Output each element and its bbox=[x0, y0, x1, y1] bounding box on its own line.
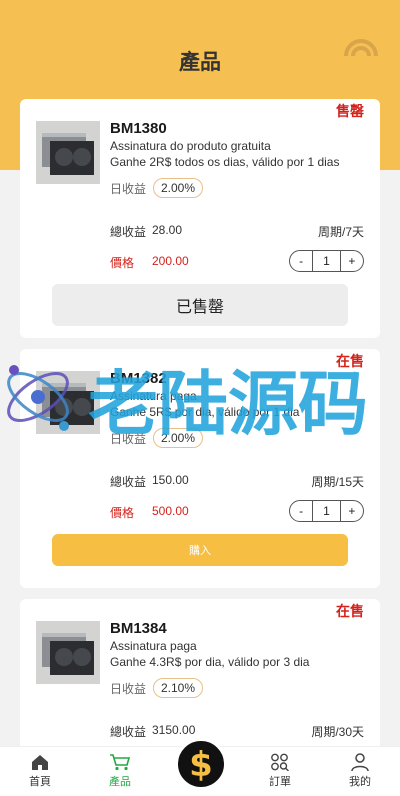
dollar-icon: $ bbox=[189, 745, 213, 783]
product-card: 售罄 BM1380 Assinatura do produto gratuita… bbox=[20, 99, 380, 338]
daily-income-label: 日收益 bbox=[110, 182, 147, 196]
home-icon bbox=[32, 755, 48, 770]
increment-button[interactable]: + bbox=[341, 251, 363, 271]
total-income-value: 28.00 bbox=[152, 223, 183, 237]
product-card: 在售 BM1384 Assinatura paga Ganhe 4.3R$ po… bbox=[20, 599, 380, 759]
total-income-value: 3150.00 bbox=[152, 723, 196, 737]
daily-income-value: 2.10% bbox=[153, 678, 204, 698]
tab-products[interactable]: 產品 bbox=[90, 753, 150, 789]
product-image bbox=[36, 621, 100, 684]
grid-search-icon bbox=[271, 753, 289, 771]
product-name: BM1380 bbox=[110, 120, 167, 137]
status-badge: 售罄 bbox=[336, 103, 364, 119]
product-desc: Ganhe 5R$ por dia, válido por 1 dia bbox=[110, 405, 300, 419]
tab-mine[interactable]: 我的 bbox=[330, 753, 390, 789]
product-desc: Assinatura do produto gratuita bbox=[110, 139, 271, 153]
daily-income-label: 日收益 bbox=[110, 682, 147, 696]
daily-income-value: 2.00% bbox=[153, 178, 204, 198]
quantity-value[interactable]: 1 bbox=[312, 251, 341, 271]
total-income-label: 總收益 bbox=[110, 725, 147, 739]
total-income-label: 總收益 bbox=[110, 475, 147, 489]
product-desc: Assinatura paga bbox=[110, 389, 197, 403]
daily-income-label: 日收益 bbox=[110, 432, 147, 446]
product-desc: Ganhe 4.3R$ por dia, válido por 3 dia bbox=[110, 655, 310, 669]
product-image bbox=[36, 371, 100, 434]
tab-home[interactable]: 首頁 bbox=[10, 753, 70, 789]
period: 周期/30天 bbox=[311, 725, 364, 739]
product-name: BM1382 bbox=[110, 370, 167, 387]
quantity-stepper: - 1 + bbox=[289, 500, 364, 522]
user-icon bbox=[351, 753, 369, 771]
headset-icon[interactable] bbox=[342, 32, 380, 62]
quantity-stepper: - 1 + bbox=[289, 250, 364, 272]
cart-icon bbox=[110, 754, 131, 771]
product-name: BM1384 bbox=[110, 620, 167, 637]
daily-income-value: 2.00% bbox=[153, 428, 204, 448]
tab-label: 我的 bbox=[349, 776, 371, 788]
product-card: 在售 BM1382 Assinatura paga Ganhe 5R$ por … bbox=[20, 349, 380, 588]
product-image bbox=[36, 121, 100, 184]
tab-orders[interactable]: 訂單 bbox=[250, 753, 310, 789]
total-income-label: 總收益 bbox=[110, 225, 147, 239]
tab-label: 產品 bbox=[109, 776, 131, 788]
total-income-value: 150.00 bbox=[152, 473, 189, 487]
status-badge: 在售 bbox=[336, 603, 364, 619]
product-desc: Ganhe 2R$ todos os dias, válido por 1 di… bbox=[110, 155, 340, 169]
decrement-button[interactable]: - bbox=[290, 251, 312, 271]
product-desc: Assinatura paga bbox=[110, 639, 197, 653]
status-badge: 在售 bbox=[336, 353, 364, 369]
center-dollar-button[interactable]: $ bbox=[175, 738, 227, 790]
page-title: 產品 bbox=[179, 51, 221, 74]
period: 周期/15天 bbox=[311, 475, 364, 489]
price-value: 500.00 bbox=[152, 504, 189, 518]
quantity-value[interactable]: 1 bbox=[312, 501, 341, 521]
period: 周期/7天 bbox=[317, 225, 364, 239]
price-label: 價格 bbox=[110, 506, 135, 520]
tab-label: 訂單 bbox=[269, 776, 291, 788]
decrement-button[interactable]: - bbox=[290, 501, 312, 521]
buy-button[interactable]: 購入 bbox=[52, 534, 348, 566]
sold-out-button[interactable]: 已售罄 bbox=[52, 284, 348, 326]
increment-button[interactable]: + bbox=[341, 501, 363, 521]
svg-text:$: $ bbox=[189, 745, 213, 783]
price-value: 200.00 bbox=[152, 254, 189, 268]
price-label: 價格 bbox=[110, 256, 135, 270]
tab-label: 首頁 bbox=[29, 776, 51, 788]
